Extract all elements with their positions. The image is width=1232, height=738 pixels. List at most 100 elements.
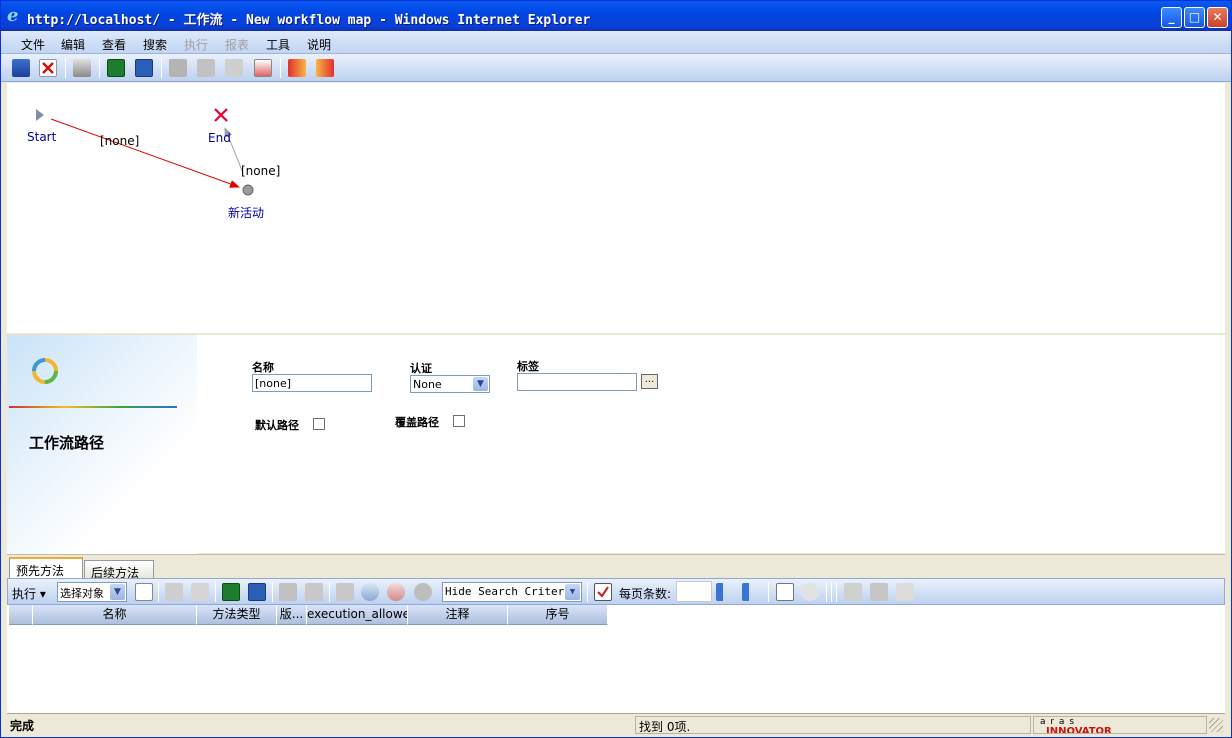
menu-search[interactable]: 搜索	[143, 36, 167, 53]
excel-icon[interactable]	[107, 59, 125, 77]
word-export-icon[interactable]	[248, 583, 266, 601]
end-node-label[interactable]: End	[208, 131, 231, 145]
default-path-caption: 默认路径	[255, 419, 299, 432]
aras-innovator-logo: a r a s INNOVATOR	[1033, 716, 1207, 734]
name-input[interactable]: [none]	[252, 374, 372, 392]
lock-icon	[279, 583, 297, 601]
excel-export-icon[interactable]	[222, 583, 240, 601]
grid-body[interactable]	[7, 625, 1225, 713]
select-object-dropdown[interactable]: 选择对象 ▼	[57, 582, 127, 602]
save-icon[interactable]	[12, 59, 30, 77]
ie-logo-icon: e	[7, 5, 19, 26]
grid-col-select[interactable]	[9, 605, 33, 625]
chevron-down-icon[interactable]: ▼	[565, 584, 580, 600]
maximize-button[interactable]: □	[1184, 7, 1205, 28]
search-mode-dropdown[interactable]: Hide Search Criteria ▼	[442, 582, 582, 602]
end-icon	[214, 108, 228, 122]
menu-bar: 文件 编辑 查看 搜索 执行 报表 工具 说明	[1, 32, 1231, 54]
status-bar: 完成 找到 0项. a r a s INNOVATOR	[7, 713, 1225, 735]
next-page-icon[interactable]	[742, 583, 760, 601]
prev-page-icon[interactable]	[716, 583, 734, 601]
default-path-checkbox[interactable]	[313, 418, 325, 430]
resize-grip-icon[interactable]	[1209, 718, 1223, 732]
preview-icon[interactable]	[776, 583, 794, 601]
copy-icon	[844, 583, 862, 601]
auth-select[interactable]: None ▼	[410, 375, 490, 393]
link-icon[interactable]	[801, 583, 819, 601]
page-size-input[interactable]	[676, 581, 712, 602]
open-icon	[336, 583, 354, 601]
grid-header: 名称 方法类型 版... execution_allowe... 注释 序号	[7, 605, 1225, 625]
stop-search-icon	[414, 583, 432, 601]
select-object-value: 选择对象	[60, 587, 104, 600]
logo-top-text: a r a s	[1040, 717, 1076, 727]
menu-reports: 报表	[225, 38, 250, 52]
start-node-label[interactable]: Start	[27, 130, 56, 144]
unlock-icon	[197, 59, 215, 77]
minimize-button[interactable]: _	[1161, 7, 1182, 28]
search-mode-value: Hide Search Criteria	[445, 585, 578, 598]
menu-help[interactable]: 说明	[307, 36, 331, 53]
grid-col-sequence[interactable]: 序号	[508, 605, 608, 625]
unlock-icon	[305, 583, 323, 601]
override-path-caption: 覆盖路径	[395, 416, 439, 429]
override-path-checkbox[interactable]	[453, 415, 465, 427]
tab-pre-methods[interactable]: 预先方法	[9, 557, 83, 579]
activity-node-icon	[242, 184, 254, 196]
menu-edit[interactable]: 编辑	[61, 36, 85, 53]
execute-menu[interactable]: 执行 ▾	[12, 585, 46, 602]
grid-toolbar: 执行 ▾ 选择对象 ▼ Hide Search Criteria ▼ 每页条数:	[7, 578, 1225, 605]
name-caption: 名称	[252, 361, 274, 374]
grid-col-version[interactable]: 版...	[277, 605, 307, 625]
new-item-icon[interactable]	[135, 583, 153, 601]
main-toolbar	[1, 54, 1231, 82]
status-count: 找到 0项.	[635, 716, 1031, 734]
auth-caption: 认证	[410, 362, 432, 375]
menu-tools[interactable]: 工具	[266, 36, 290, 53]
menu-file[interactable]: 文件	[21, 36, 45, 53]
run-search-icon[interactable]	[361, 583, 379, 601]
label-browse-button[interactable]: ...	[641, 374, 658, 389]
auth-select-value: None	[413, 378, 442, 391]
close-button[interactable]: ✕	[1207, 7, 1228, 28]
path-label-1[interactable]: [none]	[100, 134, 139, 148]
path-start-to-activity	[50, 118, 240, 188]
grid-col-execution-allowed[interactable]: execution_allowe...	[307, 605, 408, 625]
clear-search-icon[interactable]	[387, 583, 405, 601]
export-icon[interactable]	[288, 59, 306, 77]
status-text: 完成	[10, 719, 35, 733]
grid-col-name[interactable]: 名称	[33, 605, 197, 625]
label-caption: 标签	[517, 360, 539, 373]
label-input[interactable]	[517, 373, 637, 391]
logo-bottom-text: INNOVATOR	[1046, 726, 1112, 734]
browser-window: e http://localhost/ - 工作流 - New workflow…	[0, 0, 1232, 738]
lock-icon	[169, 59, 187, 77]
chevron-down-icon[interactable]: ▼	[110, 584, 125, 600]
search-tool-icon	[165, 583, 183, 601]
path-form: 工作流路径 名称 [none] 认证 None ▼ 标签 ... 默认路径 覆盖…	[7, 334, 1225, 554]
banner-divider	[9, 406, 177, 408]
delete-icon[interactable]	[39, 59, 57, 77]
grid-col-comment[interactable]: 注释	[408, 605, 508, 625]
activity-node-label[interactable]: 新活动	[228, 204, 264, 221]
word-icon[interactable]	[135, 59, 153, 77]
menu-execute: 执行	[184, 38, 209, 52]
paste-icon	[870, 583, 888, 601]
tab-post-methods[interactable]: 后续方法	[84, 560, 154, 580]
title-bar: e http://localhost/ - 工作流 - New workflow…	[1, 1, 1231, 31]
execute-label: 执行	[12, 587, 37, 601]
checkbox-toggle-icon[interactable]	[594, 583, 612, 601]
path-label-2[interactable]: [none]	[241, 164, 280, 178]
exit-icon[interactable]	[316, 59, 334, 77]
workflow-canvas[interactable]: Start End [none] [none] 新活动	[7, 83, 1225, 333]
promote-icon[interactable]	[254, 59, 272, 77]
form-heading: 工作流路径	[29, 434, 105, 452]
delete-item-icon	[191, 583, 209, 601]
print-icon[interactable]	[73, 59, 91, 77]
workflow-diagram	[36, 108, 254, 196]
window-title: http://localhost/ - 工作流 - New workflow m…	[27, 13, 591, 28]
grid-col-method-type[interactable]: 方法类型	[197, 605, 277, 625]
chevron-down-icon[interactable]: ▼	[473, 377, 488, 391]
menu-view[interactable]: 查看	[102, 36, 126, 53]
undo-icon	[225, 59, 243, 77]
